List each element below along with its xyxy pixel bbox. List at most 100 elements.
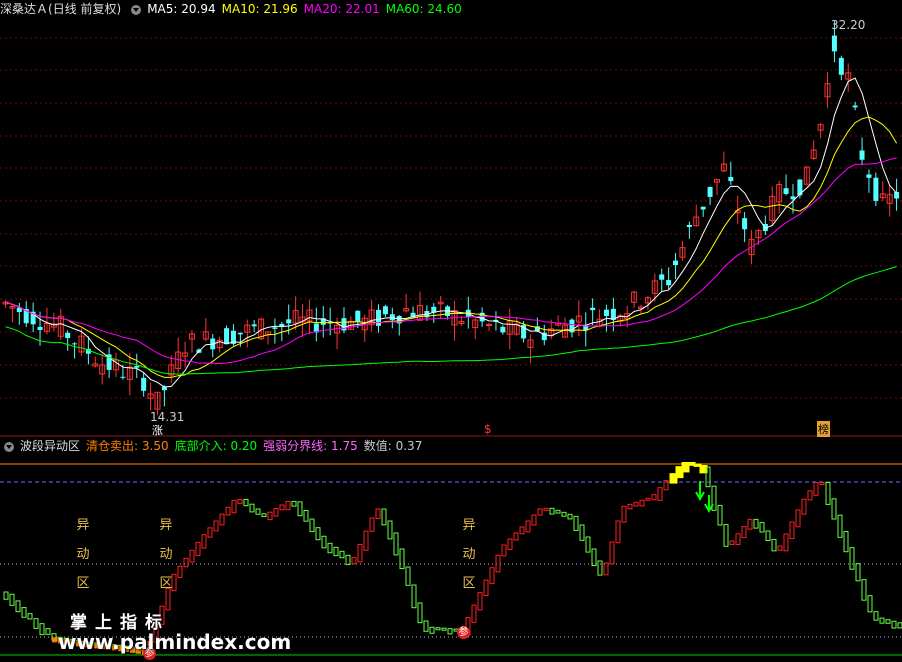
indicator-bar bbox=[531, 514, 537, 526]
indicator-bar bbox=[369, 517, 375, 532]
value-label: 数值: 0.37 bbox=[363, 439, 423, 453]
indicator-bar bbox=[867, 595, 873, 613]
indicator-bar bbox=[279, 504, 285, 511]
indicator-bar bbox=[207, 527, 213, 538]
indicator-bar bbox=[231, 499, 237, 514]
indicator-bar bbox=[333, 546, 339, 557]
indicator-bar bbox=[261, 513, 267, 518]
zone-label: 动 bbox=[76, 547, 90, 562]
indicator-bar bbox=[189, 549, 195, 563]
indicator-bar bbox=[447, 628, 453, 635]
candle-body bbox=[134, 366, 140, 368]
indicator-bar bbox=[861, 579, 867, 601]
candle-body bbox=[728, 176, 734, 182]
indicator-bar bbox=[525, 520, 531, 533]
candle-body bbox=[686, 224, 692, 228]
indicator-bar bbox=[723, 524, 729, 547]
price-chart-pane[interactable]: 深桑达Ａ(日线 前复权) MA5: 20.94 MA10: 21.96 MA20: 2… bbox=[0, 0, 902, 437]
zone-label: 异 bbox=[462, 518, 476, 533]
indicator-bar bbox=[21, 607, 27, 618]
indicator-bar bbox=[471, 604, 477, 623]
zone-label: 动 bbox=[462, 547, 476, 562]
indicator-bar bbox=[591, 548, 597, 567]
stock-title: 深桑达Ａ bbox=[0, 2, 49, 16]
candlestick-chart bbox=[0, 21, 902, 437]
candle-body bbox=[224, 328, 230, 345]
candle-body bbox=[673, 260, 679, 266]
indicator-bar bbox=[429, 626, 435, 634]
indicator-bar bbox=[537, 508, 543, 516]
zone-label: 异 bbox=[76, 518, 90, 533]
indicator-bar bbox=[201, 534, 207, 549]
indicator-bar bbox=[225, 506, 231, 516]
ma20-line bbox=[5, 157, 897, 365]
indicator-bar bbox=[357, 543, 363, 563]
candle-body bbox=[783, 188, 789, 194]
chevron-down-icon[interactable] bbox=[131, 4, 142, 15]
candle-body bbox=[603, 309, 609, 317]
zone-label: 异 bbox=[159, 518, 173, 533]
indicator-bar bbox=[165, 588, 171, 611]
chevron-down-icon[interactable] bbox=[4, 441, 14, 452]
candle-body bbox=[866, 174, 872, 178]
can-marker: 参 bbox=[457, 626, 470, 639]
candle-body bbox=[286, 319, 292, 324]
bottom-signal-block bbox=[52, 637, 57, 643]
indicator-bar bbox=[285, 500, 291, 511]
candle-body bbox=[355, 310, 361, 322]
indicator-bar bbox=[843, 531, 849, 553]
indicator-bar bbox=[633, 501, 639, 507]
dollar-marker: $ bbox=[484, 422, 492, 436]
candle-body bbox=[65, 332, 71, 339]
indicator-bar bbox=[891, 620, 897, 629]
candle-body bbox=[141, 377, 147, 391]
indicator-bar bbox=[567, 513, 573, 520]
ma10-label: MA10: 21.96 bbox=[221, 2, 298, 16]
indicator-bar bbox=[315, 527, 321, 541]
indicator-bar bbox=[489, 567, 495, 584]
indicator-bar bbox=[609, 541, 615, 565]
indicator-bar bbox=[33, 618, 39, 629]
indicator-bar bbox=[417, 602, 423, 624]
indicator-bar bbox=[717, 504, 723, 526]
indicator-bar bbox=[855, 563, 861, 582]
indicator-bar bbox=[513, 532, 519, 541]
indicator-bar bbox=[729, 540, 735, 545]
indicator-bar bbox=[645, 497, 651, 501]
indicator-bar bbox=[885, 619, 891, 624]
indicator-bar bbox=[423, 620, 429, 632]
indicator-bar bbox=[849, 547, 855, 570]
indicator-bar bbox=[237, 498, 243, 505]
divider-label: 强弱分界线: 1.75 bbox=[263, 439, 358, 453]
chart-mode: (日线 前复权) bbox=[48, 2, 122, 16]
indicator-bar bbox=[651, 494, 657, 501]
indicator-bar bbox=[585, 536, 591, 553]
ma5-line bbox=[5, 77, 897, 388]
indicator-bar bbox=[507, 538, 513, 550]
indicator-bar bbox=[213, 520, 219, 532]
indicator-bar bbox=[411, 584, 417, 609]
candle-body bbox=[852, 105, 858, 108]
indicator-bar bbox=[795, 509, 801, 528]
indicator-bar bbox=[597, 560, 603, 576]
indicator-bar bbox=[879, 617, 885, 624]
candle-body bbox=[590, 307, 596, 311]
indicator-bar bbox=[555, 509, 561, 514]
indicator-bar bbox=[543, 507, 549, 511]
indicator-bar bbox=[897, 622, 902, 629]
down-arrow-icon bbox=[695, 481, 705, 502]
candle-body bbox=[742, 218, 748, 230]
indicator-bar bbox=[375, 508, 381, 520]
indicator-bar bbox=[477, 592, 483, 611]
ma10-line bbox=[5, 116, 898, 378]
indicator-bar bbox=[561, 511, 567, 517]
indicator-bar bbox=[345, 554, 351, 566]
indicator-bar bbox=[273, 508, 279, 517]
indicator-bar bbox=[837, 514, 843, 538]
indicator-title: 波段异动区 bbox=[20, 439, 81, 453]
indicator-bar bbox=[765, 530, 771, 542]
indicator-bar bbox=[711, 485, 717, 511]
candle-body bbox=[37, 326, 43, 331]
indicator-bar bbox=[303, 509, 309, 522]
candle-body bbox=[700, 206, 706, 210]
